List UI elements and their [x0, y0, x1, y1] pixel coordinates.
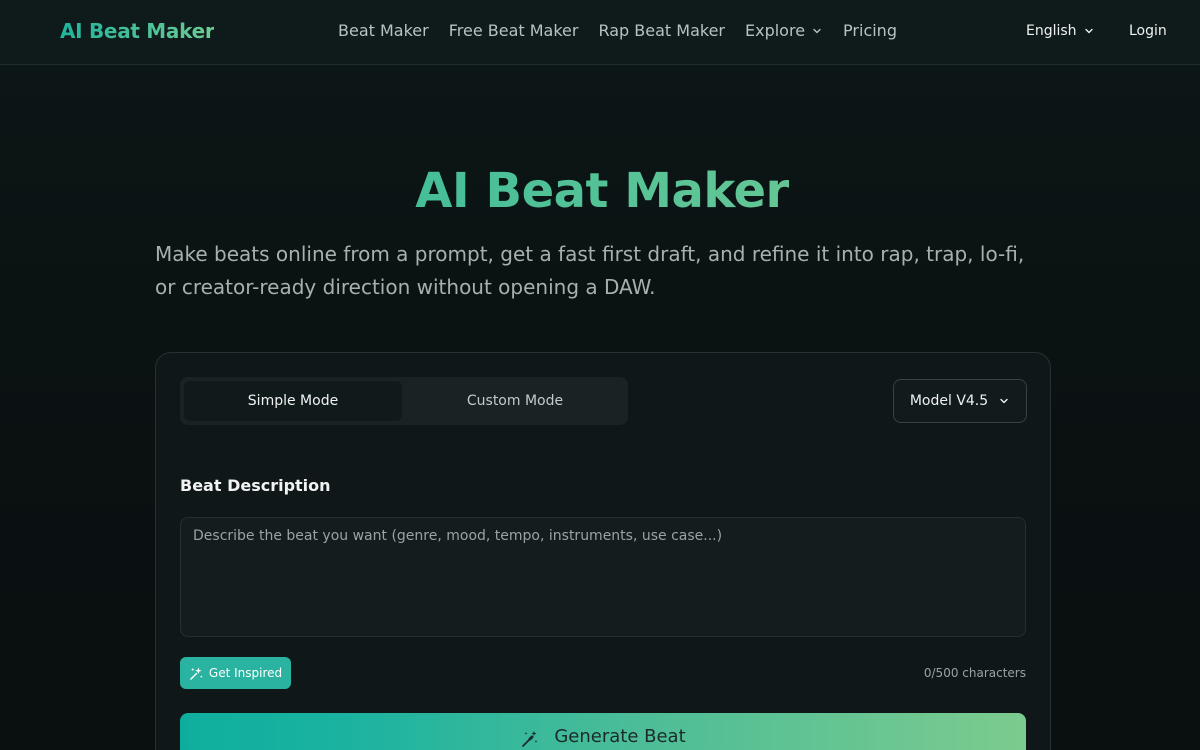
logo[interactable]: AI Beat Maker — [60, 19, 215, 43]
login-button[interactable]: Login — [1129, 23, 1167, 39]
beat-generator-card: Simple Mode Custom Mode Model V4.5 Beat … — [155, 352, 1051, 750]
language-select[interactable]: English — [1026, 23, 1095, 39]
custom-mode-tab[interactable]: Custom Mode — [406, 381, 624, 421]
main-nav: Beat Maker Free Beat Maker Rap Beat Make… — [338, 21, 897, 40]
chevron-down-icon — [1000, 398, 1008, 404]
nav-item-free-beat-maker[interactable]: Free Beat Maker — [449, 21, 579, 40]
chevron-down-icon — [1084, 28, 1093, 34]
mode-toggle: Simple Mode Custom Mode — [180, 377, 628, 425]
beat-description-input[interactable] — [180, 517, 1026, 637]
nav-item-label: Beat Maker — [338, 21, 429, 40]
get-inspired-button[interactable]: Get Inspired — [180, 657, 291, 689]
nav-item-label: Free Beat Maker — [448, 21, 579, 40]
simple-mode-tab[interactable]: Simple Mode — [184, 381, 402, 421]
page-title: AI Beat Maker — [0, 163, 1200, 219]
character-count: 0/500 characters — [923, 666, 1026, 680]
get-inspired-label: Get Inspired — [208, 666, 283, 680]
model-select[interactable]: Model V4.5 — [893, 379, 1027, 423]
chevron-down-icon — [813, 28, 821, 33]
generate-beat-button[interactable]: Generate Beat — [180, 713, 1026, 750]
language-label: English — [1026, 23, 1077, 39]
nav-item-beat-maker[interactable]: Beat Maker — [338, 21, 429, 40]
page-subtitle: Make beats online from a prompt, get a f… — [155, 242, 1025, 299]
nav-item-pricing[interactable]: Pricing — [843, 21, 897, 40]
nav-item-rap-beat-maker[interactable]: Rap Beat Maker — [598, 21, 725, 40]
beat-description-label: Beat Description — [180, 476, 331, 495]
magic-wand-icon — [522, 731, 538, 747]
sparkles-icon — [190, 666, 203, 680]
nav-item-label: Explore — [745, 21, 806, 40]
nav-item-label: Rap Beat Maker — [598, 21, 725, 40]
generate-beat-label: Generate Beat — [554, 726, 686, 747]
model-select-value: Model V4.5 — [909, 393, 989, 409]
nav-item-label: Pricing — [843, 21, 897, 40]
nav-item-explore[interactable]: Explore — [745, 21, 823, 40]
top-nav-bar: AI Beat Maker Beat Maker Free Beat Maker… — [0, 0, 1200, 65]
